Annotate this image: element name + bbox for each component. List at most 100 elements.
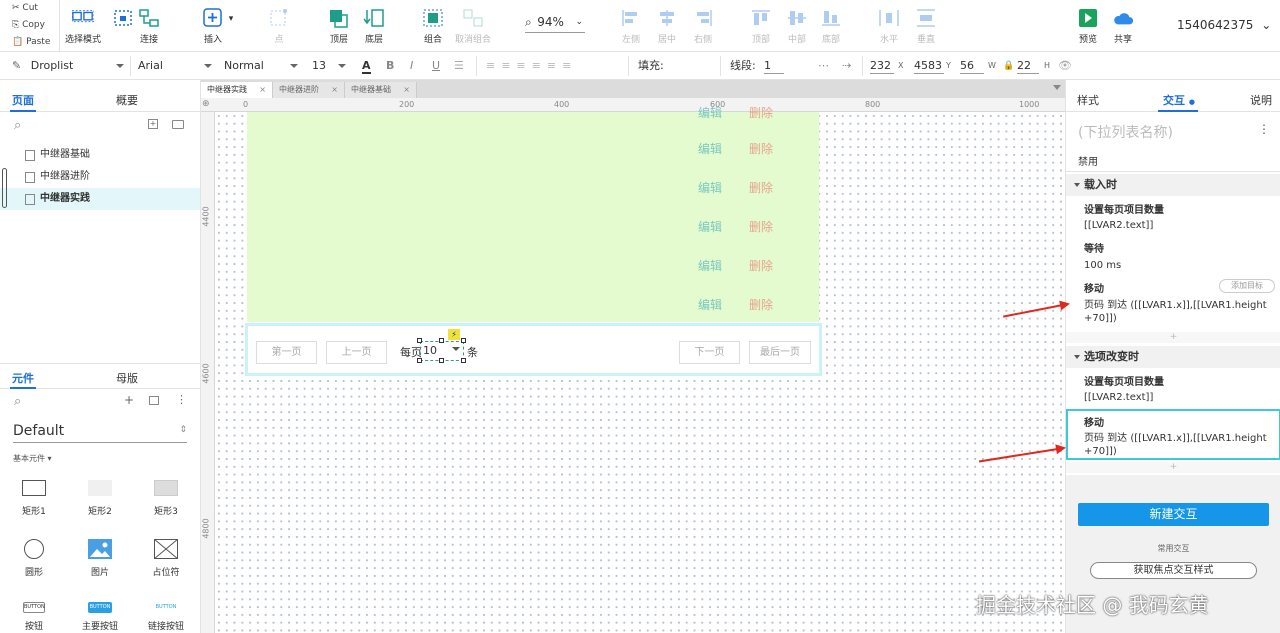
new-interaction-button[interactable]: 新建交互 bbox=[1078, 503, 1269, 526]
list-button[interactable]: ☰ bbox=[454, 58, 464, 74]
widget-circle[interactable]: 圆形 bbox=[4, 539, 64, 578]
widget-button[interactable]: BUTTON 按钮 bbox=[4, 602, 64, 632]
folder-icon[interactable] bbox=[172, 120, 184, 129]
resize-handle[interactable] bbox=[439, 358, 444, 363]
tab-interactions[interactable]: 交互 ● bbox=[1163, 92, 1195, 108]
delete-link[interactable]: 删除 bbox=[749, 257, 773, 274]
send-to-back-button[interactable]: 底层 bbox=[351, 8, 397, 45]
add-action-icon[interactable]: + bbox=[1066, 332, 1280, 343]
delete-link[interactable]: 删除 bbox=[749, 218, 773, 235]
underline-button[interactable]: U bbox=[432, 58, 440, 74]
font-weight-dropdown[interactable]: Normal bbox=[224, 58, 298, 74]
text-align-buttons[interactable]: ≡≡≡≡≡≡ bbox=[486, 58, 577, 74]
edit-link[interactable]: 编辑 bbox=[698, 179, 722, 196]
widget-placeholder[interactable]: 占位符 bbox=[136, 539, 196, 578]
edit-link[interactable]: 编辑 bbox=[698, 296, 722, 313]
bold-button[interactable]: B bbox=[386, 58, 394, 74]
next-page-button[interactable]: 下一页 bbox=[679, 341, 740, 364]
add-action-icon[interactable]: + bbox=[1066, 462, 1280, 473]
tab-widgets[interactable]: 元件 bbox=[12, 370, 34, 386]
last-page-button[interactable]: 最后一页 bbox=[749, 341, 811, 364]
text-color-button[interactable]: A bbox=[362, 58, 371, 74]
visibility-icon[interactable]: 👁 bbox=[1058, 58, 1072, 74]
widget-rectangle-1[interactable]: 矩形1 bbox=[4, 480, 64, 517]
doc-tab[interactable]: 中继器进阶 × bbox=[273, 82, 345, 98]
zoom-dropdown[interactable]: ⌕ 94% ⌄ bbox=[525, 15, 585, 33]
share-button[interactable]: 共享 bbox=[1100, 8, 1146, 45]
tab-notes[interactable]: 说明 bbox=[1250, 92, 1272, 108]
width-input[interactable]: 56 bbox=[960, 58, 984, 74]
page-item-selected[interactable]: 中继器实践 bbox=[0, 188, 200, 210]
add-page-icon[interactable]: + bbox=[148, 119, 158, 129]
delete-link[interactable]: 删除 bbox=[749, 104, 773, 121]
font-family-dropdown[interactable]: Arial bbox=[138, 58, 212, 74]
library-dropdown[interactable]: Default ⇕ bbox=[13, 423, 187, 443]
resize-handle[interactable] bbox=[417, 338, 422, 343]
widget-image[interactable]: 图片 bbox=[70, 539, 130, 578]
cut-button[interactable]: ✂ Cut bbox=[0, 0, 59, 17]
copy-button[interactable]: ⎘ Copy bbox=[0, 17, 59, 34]
resize-handle[interactable] bbox=[439, 338, 444, 343]
align-right-button[interactable]: 右侧 bbox=[680, 8, 726, 45]
widget-link-button[interactable]: BUTTON 链接按钮 bbox=[136, 602, 196, 632]
widget-type-dropdown[interactable]: ✎ Droplist bbox=[12, 58, 124, 74]
disabled-option[interactable]: 禁用 bbox=[1078, 153, 1098, 168]
user-account-menu[interactable]: 1540642375 ⌄ bbox=[1177, 18, 1271, 32]
line-width-input[interactable]: 1 bbox=[764, 58, 784, 74]
widget-name-input[interactable]: (下拉列表名称) bbox=[1078, 122, 1173, 142]
italic-button[interactable]: I bbox=[410, 58, 413, 74]
page-item[interactable]: 中继器基础 bbox=[0, 144, 200, 166]
action-set-items[interactable]: 设置每页项目数量 bbox=[1084, 201, 1164, 216]
close-icon[interactable]: × bbox=[403, 82, 410, 98]
connect-button[interactable]: 连接 bbox=[126, 8, 172, 45]
edit-link[interactable]: 编辑 bbox=[698, 257, 722, 274]
edit-link[interactable]: 编辑 bbox=[698, 104, 722, 121]
delete-link[interactable]: 删除 bbox=[749, 296, 773, 313]
resize-handle[interactable] bbox=[417, 358, 422, 363]
design-canvas[interactable]: 编辑 删除 编辑 删除 编辑 删除 编辑 删除 编辑 删除 编辑 删除 第一页 … bbox=[215, 106, 1065, 633]
focus-style-button[interactable]: 获取焦点交互样式 bbox=[1090, 562, 1257, 579]
tab-style[interactable]: 样式 bbox=[1077, 92, 1099, 108]
action-move-selected[interactable]: 移动 页码 到达 ([[LVAR1.x]],[[LVAR1.height +70… bbox=[1066, 409, 1280, 460]
scrollbar-thumb[interactable] bbox=[2, 168, 7, 208]
tab-masters[interactable]: 母版 bbox=[116, 370, 138, 386]
close-icon[interactable]: × bbox=[331, 82, 338, 98]
add-library-icon[interactable]: + bbox=[124, 393, 134, 407]
more-icon[interactable]: ⋮ bbox=[1258, 122, 1270, 136]
widget-rectangle-2[interactable]: 矩形2 bbox=[70, 480, 130, 517]
widget-rectangle-3[interactable]: 矩形3 bbox=[136, 480, 196, 517]
action-move[interactable]: 移动 bbox=[1084, 280, 1104, 295]
first-page-button[interactable]: 第一页 bbox=[256, 341, 317, 364]
lock-ratio-icon[interactable]: 🔒 bbox=[1003, 58, 1014, 74]
insert-dropdown-icon[interactable]: ▾ bbox=[226, 14, 236, 24]
align-bottom-button[interactable]: 底部 bbox=[808, 8, 854, 45]
add-target-button[interactable]: 添加目标 bbox=[1219, 279, 1275, 293]
prev-page-button[interactable]: 上一页 bbox=[326, 341, 387, 364]
repeater-list[interactable]: 编辑 删除 编辑 删除 编辑 删除 编辑 删除 编辑 删除 编辑 删除 bbox=[247, 106, 819, 322]
doc-tab[interactable]: 中继器基础 × bbox=[345, 82, 417, 98]
event-on-change[interactable]: 选项改变时 bbox=[1066, 346, 1280, 368]
edit-link[interactable]: 编辑 bbox=[698, 218, 722, 235]
action-set-items[interactable]: 设置每页项目数量 bbox=[1084, 373, 1164, 388]
close-icon[interactable]: × bbox=[259, 82, 266, 98]
category-label[interactable]: 基本元件 ▾ bbox=[13, 453, 52, 464]
doc-tab-active[interactable]: 中继器实践 × bbox=[201, 82, 273, 98]
line-style-button[interactable]: ⋯ bbox=[818, 58, 829, 74]
distribute-vertical-button[interactable]: 垂直 bbox=[903, 8, 949, 45]
page-item[interactable]: 中继器进阶 bbox=[0, 166, 200, 188]
tabs-overflow-icon[interactable] bbox=[1053, 85, 1061, 90]
edit-link[interactable]: 编辑 bbox=[698, 140, 722, 157]
tab-pages[interactable]: 页面 bbox=[12, 92, 34, 108]
resize-handle[interactable] bbox=[461, 358, 466, 363]
more-icon[interactable]: ⋮ bbox=[176, 393, 187, 406]
tab-outline[interactable]: 概要 bbox=[116, 92, 138, 108]
x-input[interactable]: 232 bbox=[870, 58, 894, 74]
ungroup-button[interactable]: 取消组合 bbox=[450, 8, 496, 45]
font-size-dropdown[interactable]: 13 bbox=[312, 58, 346, 74]
line-arrow-button[interactable]: ⇢ bbox=[842, 58, 851, 74]
action-wait[interactable]: 等待 bbox=[1084, 240, 1104, 255]
paste-button[interactable]: 📋 Paste bbox=[0, 34, 59, 51]
height-input[interactable]: 22 bbox=[1017, 58, 1039, 74]
point-button[interactable]: 点 bbox=[256, 8, 302, 45]
y-input[interactable]: 4583 bbox=[914, 58, 944, 74]
